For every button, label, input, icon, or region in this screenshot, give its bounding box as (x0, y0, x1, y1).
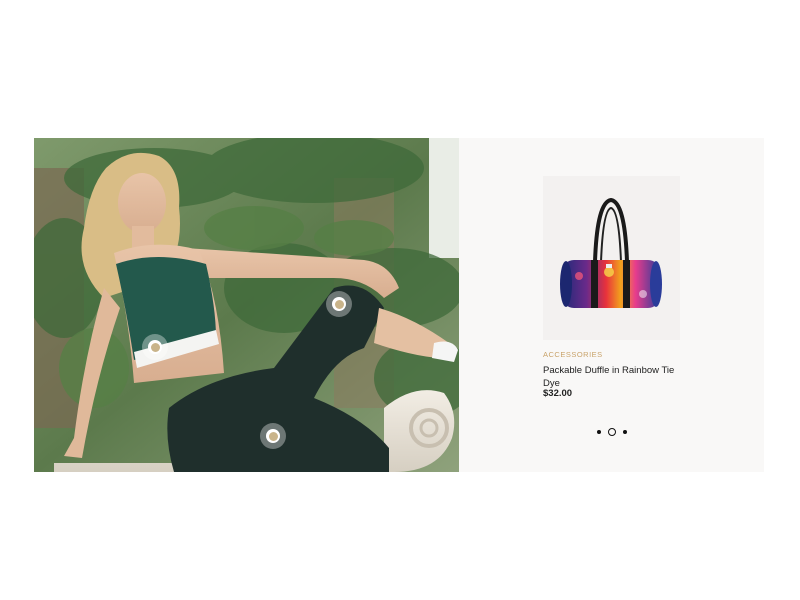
page: ACCESSORIES Packable Duffle in Rainbow T… (0, 0, 800, 600)
product-price: $32.00 (543, 388, 573, 399)
product-hotspot-pants[interactable] (260, 423, 286, 449)
hotspot-dot (148, 340, 162, 354)
product-hotspot-knee[interactable] (326, 291, 352, 317)
product-panel: ACCESSORIES Packable Duffle in Rainbow T… (459, 138, 764, 472)
pagination-dot-2-active[interactable] (608, 428, 616, 436)
product-hotspot-top[interactable] (142, 334, 168, 360)
duffle-bag-image (560, 197, 662, 308)
product-title[interactable]: Packable Duffle in Rainbow Tie Dye (543, 364, 693, 390)
pagination-dot-3[interactable] (623, 430, 627, 434)
pagination-dot-1[interactable] (597, 430, 601, 434)
hotspot-dot (266, 429, 280, 443)
lookbook-photo (34, 138, 459, 472)
lookbook-image (34, 138, 459, 472)
slider-pagination (597, 428, 627, 436)
product-image[interactable] (543, 176, 680, 340)
product-category: ACCESSORIES (543, 350, 603, 359)
hotspot-dot (332, 297, 346, 311)
